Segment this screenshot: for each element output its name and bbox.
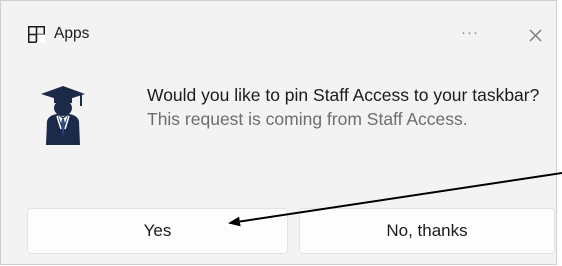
more-options-button[interactable]: ···	[455, 21, 485, 47]
yes-button[interactable]: Yes	[27, 208, 288, 254]
pin-to-taskbar-dialog: Apps ··· Would you like to pin Staff Acc…	[0, 0, 557, 265]
staff-access-app-icon	[41, 86, 85, 145]
no-thanks-button[interactable]: No, thanks	[299, 208, 555, 254]
app-title: Apps	[54, 25, 90, 42]
close-button[interactable]	[525, 25, 547, 47]
message-subtitle: This request is coming from Staff Access…	[147, 109, 468, 129]
dialog-message: Would you like to pin Staff Access to yo…	[147, 83, 552, 131]
more-options-icon: ···	[461, 24, 479, 41]
apps-grid-icon	[28, 26, 45, 43]
close-icon	[529, 29, 542, 42]
message-title: Would you like to pin Staff Access to yo…	[147, 85, 540, 105]
dialog-header: Apps ···	[1, 1, 556, 65]
